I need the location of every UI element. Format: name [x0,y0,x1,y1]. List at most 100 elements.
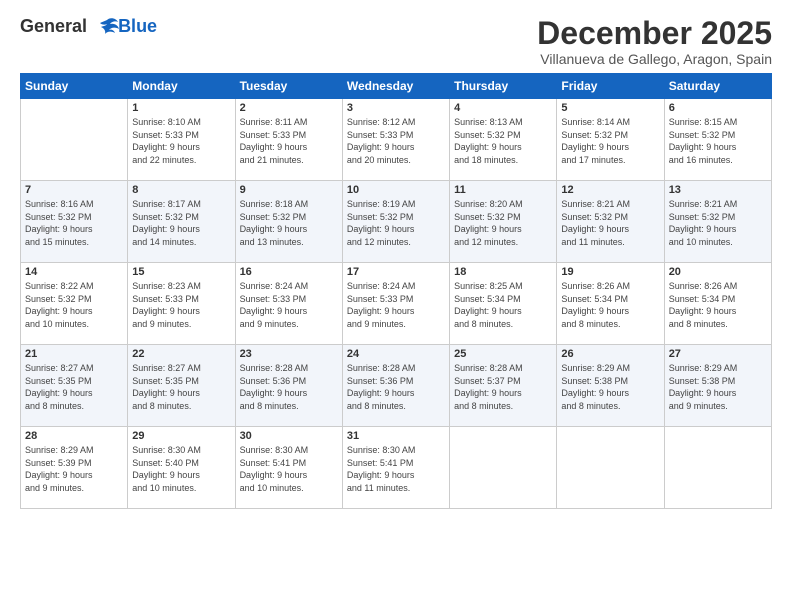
day-info: Sunrise: 8:12 AM Sunset: 5:33 PM Dayligh… [347,116,445,166]
day-info: Sunrise: 8:26 AM Sunset: 5:34 PM Dayligh… [669,280,767,330]
day-info: Sunrise: 8:15 AM Sunset: 5:32 PM Dayligh… [669,116,767,166]
day-info: Sunrise: 8:29 AM Sunset: 5:38 PM Dayligh… [669,362,767,412]
day-number: 11 [454,184,552,196]
calendar-cell: 3 Sunrise: 8:12 AM Sunset: 5:33 PM Daylig… [342,99,449,181]
calendar-cell: 31 Sunrise: 8:30 AM Sunset: 5:41 PM Dayli… [342,427,449,509]
calendar-cell: 10 Sunrise: 8:19 AM Sunset: 5:32 PM Dayli… [342,181,449,263]
day-info: Sunrise: 8:13 AM Sunset: 5:32 PM Dayligh… [454,116,552,166]
calendar-cell: 26 Sunrise: 8:29 AM Sunset: 5:38 PM Dayli… [557,345,664,427]
day-number: 23 [240,348,338,360]
day-info: Sunrise: 8:16 AM Sunset: 5:32 PM Dayligh… [25,198,123,248]
day-info: Sunrise: 8:23 AM Sunset: 5:33 PM Dayligh… [132,280,230,330]
calendar-cell: 18 Sunrise: 8:25 AM Sunset: 5:34 PM Dayli… [450,263,557,345]
calendar-table: Sunday Monday Tuesday Wednesday Thursday… [20,73,772,509]
day-number: 19 [561,266,659,278]
header-tuesday: Tuesday [235,74,342,99]
calendar-cell: 11 Sunrise: 8:20 AM Sunset: 5:32 PM Dayli… [450,181,557,263]
day-number: 4 [454,102,552,114]
calendar-cell: 30 Sunrise: 8:30 AM Sunset: 5:41 PM Dayli… [235,427,342,509]
calendar-cell: 2 Sunrise: 8:11 AM Sunset: 5:33 PM Daylig… [235,99,342,181]
calendar-cell: 14Sunrise: 8:22 AM Sunset: 5:32 PM Dayli… [21,263,128,345]
calendar-week-row: 28 Sunrise: 8:29 AM Sunset: 5:39 PM Dayli… [21,427,772,509]
calendar-cell: 4 Sunrise: 8:13 AM Sunset: 5:32 PM Daylig… [450,99,557,181]
title-area: December 2025 Villanueva de Gallego, Ara… [537,16,772,67]
day-number: 2 [240,102,338,114]
day-info: Sunrise: 8:29 AM Sunset: 5:38 PM Dayligh… [561,362,659,412]
day-info: Sunrise: 8:27 AM Sunset: 5:35 PM Dayligh… [132,362,230,412]
calendar-cell: 9Sunrise: 8:18 AM Sunset: 5:32 PM Daylig… [235,181,342,263]
logo-bird-icon [94,16,120,38]
day-info: Sunrise: 8:28 AM Sunset: 5:36 PM Dayligh… [347,362,445,412]
header-sunday: Sunday [21,74,128,99]
calendar-cell: 21 Sunrise: 8:27 AM Sunset: 5:35 PM Dayli… [21,345,128,427]
day-number: 7 [25,184,123,196]
day-info: Sunrise: 8:27 AM Sunset: 5:35 PM Dayligh… [25,362,123,412]
day-number: 16 [240,266,338,278]
day-info: Sunrise: 8:18 AM Sunset: 5:32 PM Dayligh… [240,198,338,248]
calendar-header-row: Sunday Monday Tuesday Wednesday Thursday… [21,74,772,99]
day-number: 31 [347,430,445,442]
logo-blue-text: Blue [118,16,157,37]
day-number: 14 [25,266,123,278]
calendar-cell: 13 Sunrise: 8:21 AM Sunset: 5:32 PM Dayli… [664,181,771,263]
day-info: Sunrise: 8:24 AM Sunset: 5:33 PM Dayligh… [240,280,338,330]
day-number: 26 [561,348,659,360]
calendar-cell [450,427,557,509]
day-info: Sunrise: 8:28 AM Sunset: 5:36 PM Dayligh… [240,362,338,412]
day-info: Sunrise: 8:25 AM Sunset: 5:34 PM Dayligh… [454,280,552,330]
day-number: 25 [454,348,552,360]
calendar-week-row: 7 Sunrise: 8:16 AM Sunset: 5:32 PM Daylig… [21,181,772,263]
day-number: 30 [240,430,338,442]
day-info: Sunrise: 8:24 AM Sunset: 5:33 PM Dayligh… [347,280,445,330]
day-number: 12 [561,184,659,196]
calendar-cell: 16 Sunrise: 8:24 AM Sunset: 5:33 PM Dayli… [235,263,342,345]
calendar-cell: 1Sunrise: 8:10 AM Sunset: 5:33 PM Daylig… [128,99,235,181]
header-saturday: Saturday [664,74,771,99]
calendar-cell: 7 Sunrise: 8:16 AM Sunset: 5:32 PM Daylig… [21,181,128,263]
header-thursday: Thursday [450,74,557,99]
calendar-cell: 27 Sunrise: 8:29 AM Sunset: 5:38 PM Dayli… [664,345,771,427]
day-number: 3 [347,102,445,114]
calendar-cell: 15Sunrise: 8:23 AM Sunset: 5:33 PM Dayli… [128,263,235,345]
calendar-page: General Blue December 2025 Villanueva de… [0,0,792,612]
header-wednesday: Wednesday [342,74,449,99]
logo: General Blue [20,16,157,38]
day-number: 24 [347,348,445,360]
day-info: Sunrise: 8:30 AM Sunset: 5:41 PM Dayligh… [347,444,445,494]
day-info: Sunrise: 8:29 AM Sunset: 5:39 PM Dayligh… [25,444,123,494]
day-info: Sunrise: 8:10 AM Sunset: 5:33 PM Dayligh… [132,116,230,166]
calendar-cell: 19 Sunrise: 8:26 AM Sunset: 5:34 PM Dayli… [557,263,664,345]
calendar-cell: 5 Sunrise: 8:14 AM Sunset: 5:32 PM Daylig… [557,99,664,181]
day-number: 22 [132,348,230,360]
day-info: Sunrise: 8:30 AM Sunset: 5:41 PM Dayligh… [240,444,338,494]
day-info: Sunrise: 8:26 AM Sunset: 5:34 PM Dayligh… [561,280,659,330]
day-number: 8 [132,184,230,196]
day-number: 21 [25,348,123,360]
header-friday: Friday [557,74,664,99]
day-number: 10 [347,184,445,196]
day-info: Sunrise: 8:20 AM Sunset: 5:32 PM Dayligh… [454,198,552,248]
month-title: December 2025 [537,16,772,51]
day-number: 18 [454,266,552,278]
day-number: 20 [669,266,767,278]
calendar-week-row: 21 Sunrise: 8:27 AM Sunset: 5:35 PM Dayli… [21,345,772,427]
day-info: Sunrise: 8:19 AM Sunset: 5:32 PM Dayligh… [347,198,445,248]
day-number: 5 [561,102,659,114]
day-number: 27 [669,348,767,360]
day-number: 28 [25,430,123,442]
day-number: 13 [669,184,767,196]
day-info: Sunrise: 8:21 AM Sunset: 5:32 PM Dayligh… [669,198,767,248]
day-info: Sunrise: 8:14 AM Sunset: 5:32 PM Dayligh… [561,116,659,166]
calendar-cell [557,427,664,509]
day-info: Sunrise: 8:11 AM Sunset: 5:33 PM Dayligh… [240,116,338,166]
calendar-cell: 23 Sunrise: 8:28 AM Sunset: 5:36 PM Dayli… [235,345,342,427]
calendar-cell: 12Sunrise: 8:21 AM Sunset: 5:32 PM Dayli… [557,181,664,263]
header: General Blue December 2025 Villanueva de… [20,16,772,67]
day-number: 17 [347,266,445,278]
calendar-cell: 22 Sunrise: 8:27 AM Sunset: 5:35 PM Dayli… [128,345,235,427]
calendar-cell: 25Sunrise: 8:28 AM Sunset: 5:37 PM Dayli… [450,345,557,427]
calendar-cell: 6Sunrise: 8:15 AM Sunset: 5:32 PM Daylig… [664,99,771,181]
day-number: 29 [132,430,230,442]
header-monday: Monday [128,74,235,99]
calendar-cell: 24 Sunrise: 8:28 AM Sunset: 5:36 PM Dayli… [342,345,449,427]
